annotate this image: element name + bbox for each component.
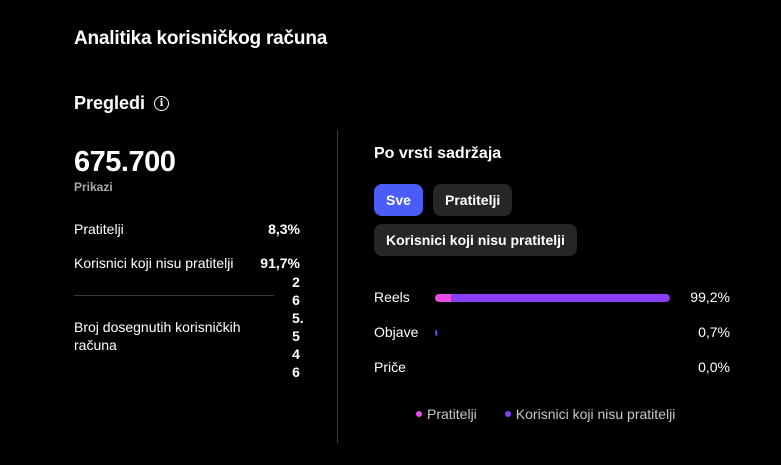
legend-dot [504,411,511,417]
progress-bar [435,329,670,337]
legend: Pratitelji Korisnici koji nisu pratitelj… [416,406,675,422]
page-title: Analitika korisničkog računa [74,28,328,49]
overview-title-label: Pregledi [74,93,146,113]
bar-segment-nonfollowers [435,329,437,337]
total-views-value: 675.700 [74,146,176,178]
legend-item-nonfollowers: Korisnici koji nisu pratitelji [504,406,676,422]
legend-label: Pratitelji [427,406,477,422]
legend-label: Korisnici koji nisu pratitelji [515,406,676,422]
reached-accounts-label: Broj dosegnutih korisničkih računa [74,319,241,353]
stat-value: 8,3% [268,221,300,237]
stat-row-nonfollowers: Korisnici koji nisu pratitelji 91,7% [74,255,300,271]
vertical-divider [337,130,338,443]
stat-row-followers: Pratitelji 8,3% [74,221,300,237]
stat-value: 91,7% [260,255,300,271]
filter-chip-followers[interactable]: Pratitelji [433,184,513,216]
filter-chip-all[interactable]: Sve [374,184,423,216]
content-row-value: 99,2% [690,289,730,305]
overview-panel: 675.700 Prikazi Pratitelji 8,3% Korisnic… [74,145,304,380]
info-icon[interactable]: i [154,96,170,111]
progress-bar [435,364,670,372]
legend-item-followers: Pratitelji [416,406,477,422]
divider [74,295,274,296]
bar-segment-nonfollowers [451,294,670,302]
content-row-value: 0,0% [698,359,730,375]
content-row-label: Objave [374,324,419,340]
content-row-label: Priče [374,359,406,375]
reached-accounts-value: 265.546 [292,274,304,380]
legend-dot [416,411,422,417]
progress-bar [435,294,670,302]
stat-label: Korisnici koji nisu pratitelji [74,255,234,271]
content-row-label: Reels [374,289,410,305]
content-type-title: Po vrsti sadržaja [374,145,502,162]
content-row-value: 0,7% [698,324,730,340]
stat-label: Pratitelji [74,221,124,237]
filter-chip-nonfollowers[interactable]: Korisnici koji nisu pratitelji [374,224,577,256]
overview-title: Pregledi i [74,93,170,114]
total-views-label: Prikazi [74,180,113,194]
bar-segment-followers [435,294,452,302]
